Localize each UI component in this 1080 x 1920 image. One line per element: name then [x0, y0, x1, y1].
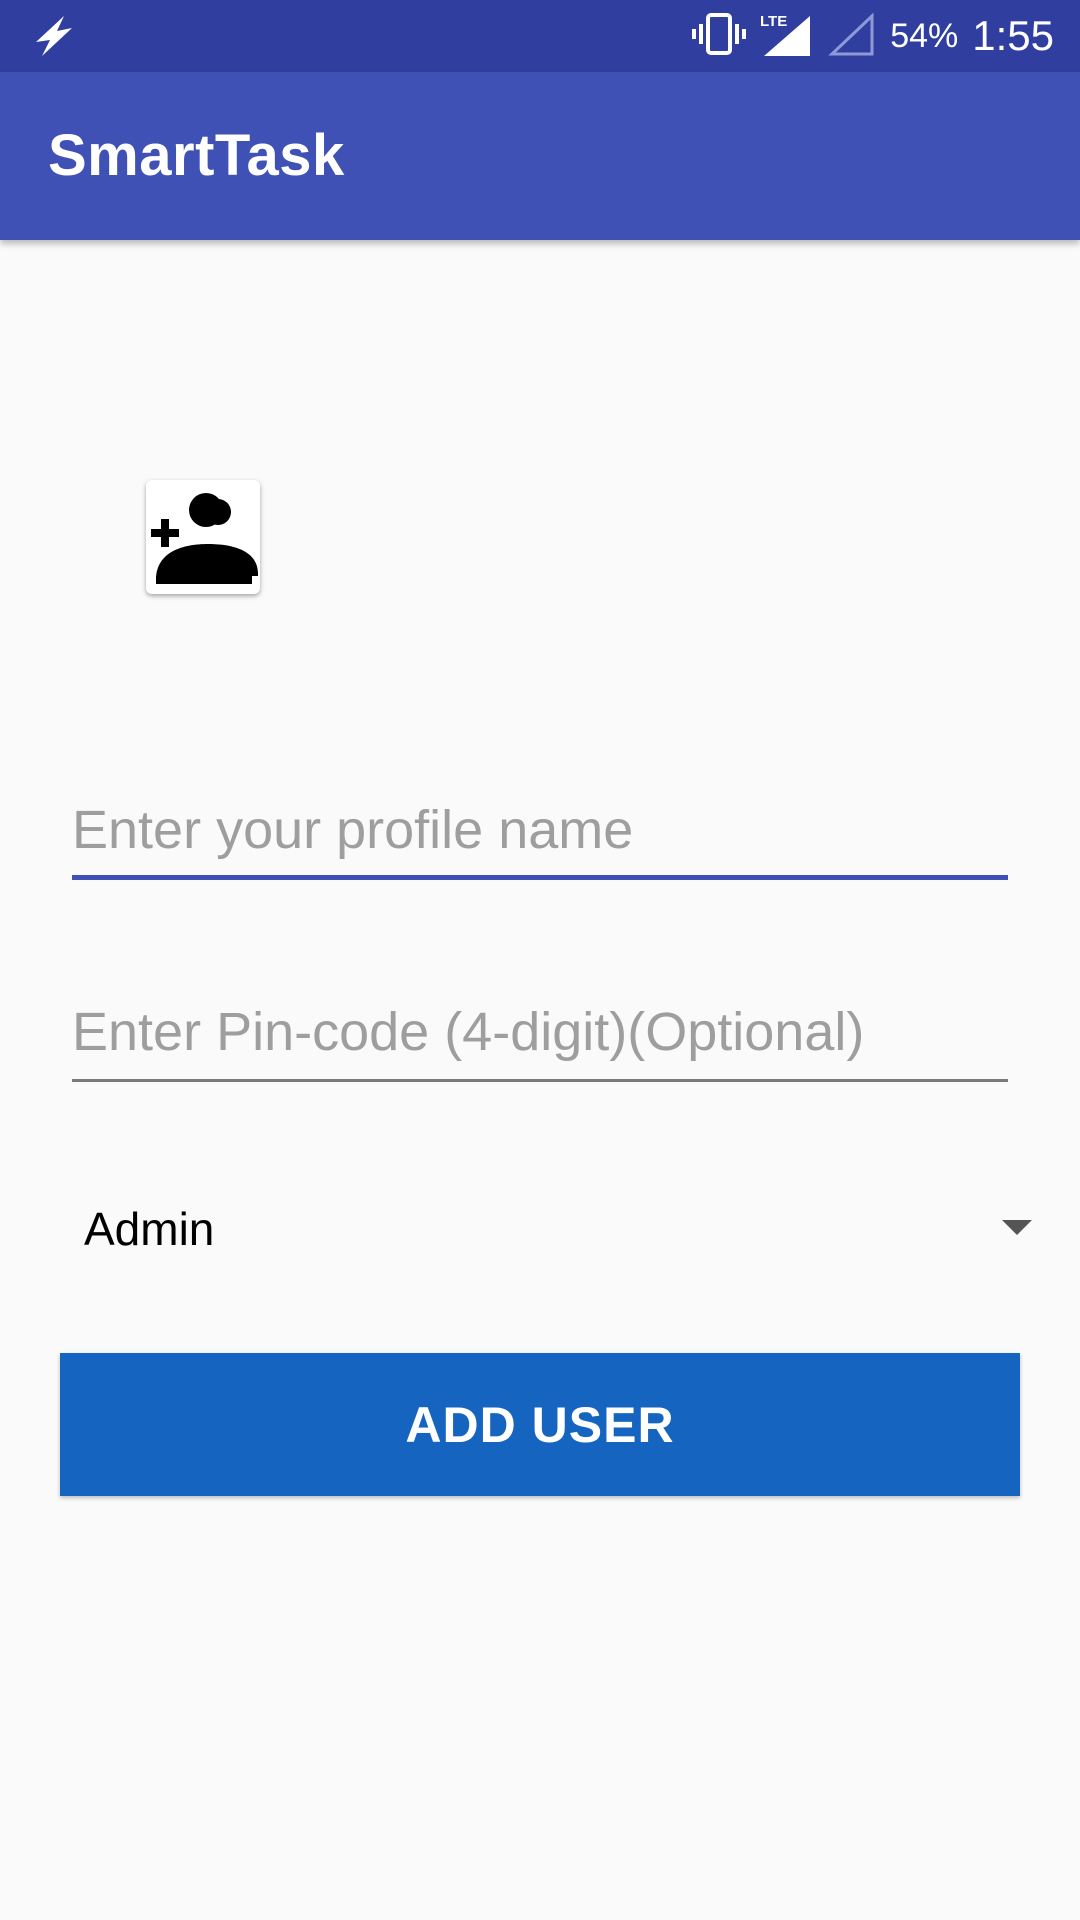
- app-title: SmartTask: [48, 123, 345, 188]
- pin-code-field[interactable]: [72, 992, 1008, 1082]
- profile-name-underline: [72, 875, 1008, 880]
- status-bar: LTE 54% 1:55: [0, 0, 1080, 72]
- profile-image-button[interactable]: [146, 480, 260, 594]
- pin-code-input[interactable]: [72, 992, 1008, 1072]
- add-user-button[interactable]: ADD USER: [60, 1353, 1020, 1496]
- role-selected-value: Admin: [84, 1203, 215, 1255]
- role-dropdown[interactable]: Admin: [72, 1180, 1032, 1276]
- dropdown-arrow-icon: [1002, 1220, 1032, 1235]
- profile-name-field[interactable]: [72, 790, 1008, 880]
- add-user-icon: [151, 493, 258, 584]
- vibrate-icon: [692, 12, 747, 61]
- status-icons: LTE 54% 1:55: [692, 0, 1054, 72]
- app-bar: SmartTask: [0, 72, 1080, 240]
- battery-percent: 54%: [890, 16, 959, 55]
- profile-name-input[interactable]: [72, 790, 1008, 870]
- clock: 1:55: [972, 12, 1054, 59]
- signal-icon: [828, 10, 876, 63]
- pin-code-underline: [72, 1079, 1008, 1082]
- flash-icon: [30, 14, 78, 58]
- network-label: LTE: [760, 13, 787, 30]
- lte-signal-icon: LTE: [760, 10, 814, 63]
